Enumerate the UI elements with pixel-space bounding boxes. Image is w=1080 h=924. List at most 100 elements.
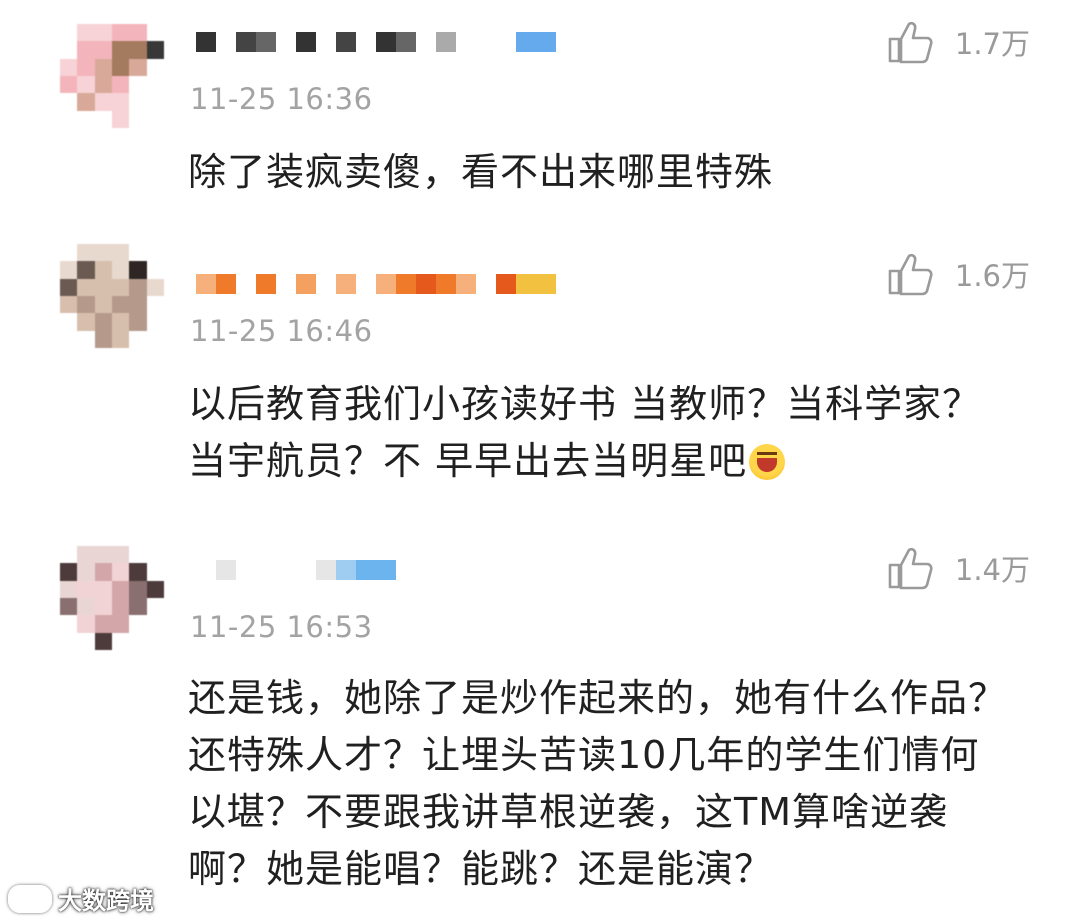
avatar-pixel bbox=[129, 563, 147, 581]
username-pixel bbox=[396, 560, 416, 580]
username-pixel bbox=[496, 274, 516, 294]
username-blurred[interactable] bbox=[196, 264, 556, 304]
avatar-pixel bbox=[112, 244, 130, 262]
avatar-pixel bbox=[60, 110, 78, 128]
avatar-pixel bbox=[60, 546, 78, 564]
avatar-pixel bbox=[77, 615, 95, 633]
avatar-pixel bbox=[146, 41, 164, 59]
avatar-pixel bbox=[146, 632, 164, 650]
avatar-pixel bbox=[146, 296, 164, 314]
username-blurred[interactable] bbox=[196, 22, 556, 62]
like-button[interactable]: 1.4万 bbox=[887, 546, 1030, 590]
username-pixel bbox=[336, 560, 356, 580]
avatar-pixel bbox=[94, 244, 112, 262]
avatar-pixel bbox=[77, 76, 95, 94]
avatar-pixel bbox=[77, 244, 95, 262]
username-pixel bbox=[396, 32, 416, 52]
avatar-pixel bbox=[94, 546, 112, 564]
avatar-pixel bbox=[129, 313, 147, 331]
avatar-pixel bbox=[94, 41, 112, 59]
username-pixel bbox=[476, 274, 496, 294]
avatar-pixel bbox=[129, 110, 147, 128]
avatar-pixel bbox=[60, 76, 78, 94]
username-pixel bbox=[276, 32, 296, 52]
avatar-pixel bbox=[60, 296, 78, 314]
avatar-pixel bbox=[112, 632, 130, 650]
avatar-pixel bbox=[94, 261, 112, 279]
avatar-pixel bbox=[129, 93, 147, 111]
avatar-pixel bbox=[60, 632, 78, 650]
avatar-pixel bbox=[94, 278, 112, 296]
avatar[interactable] bbox=[60, 24, 164, 128]
avatar-pixel bbox=[77, 546, 95, 564]
username-pixel bbox=[396, 274, 416, 294]
like-count: 1.7万 bbox=[954, 27, 1030, 61]
avatar-pixel bbox=[112, 563, 130, 581]
username-pixel bbox=[276, 274, 296, 294]
username-pixel bbox=[536, 560, 556, 580]
avatar-pixel bbox=[112, 110, 130, 128]
avatar-pixel bbox=[60, 580, 78, 598]
avatar-pixel bbox=[77, 278, 95, 296]
avatar-pixel bbox=[129, 615, 147, 633]
username-pixel bbox=[436, 560, 456, 580]
username-pixel bbox=[476, 32, 496, 52]
avatar-pixel bbox=[146, 313, 164, 331]
avatar-pixel bbox=[77, 58, 95, 76]
thumbs-up-icon bbox=[887, 546, 933, 590]
avatar-pixel bbox=[60, 598, 78, 616]
avatar-pixel bbox=[129, 58, 147, 76]
avatar-pixel bbox=[94, 76, 112, 94]
avatar-pixel bbox=[129, 632, 147, 650]
avatar-pixel bbox=[94, 296, 112, 314]
avatar-pixel bbox=[129, 580, 147, 598]
username-blurred[interactable] bbox=[196, 550, 556, 590]
username-pixel bbox=[516, 274, 536, 294]
username-pixel bbox=[476, 560, 496, 580]
like-button[interactable]: 1.7万 bbox=[887, 20, 1030, 64]
avatar-pixel bbox=[146, 24, 164, 42]
username-pixel bbox=[216, 32, 236, 52]
username-pixel bbox=[336, 32, 356, 52]
watermark-text: 大数跨境 bbox=[58, 887, 154, 915]
comment-text: 除了装疯卖傻，看不出来哪里特殊 bbox=[188, 150, 774, 194]
username-pixel bbox=[256, 274, 276, 294]
avatar-pixel bbox=[146, 58, 164, 76]
avatar-pixel bbox=[112, 546, 130, 564]
avatar-pixel bbox=[77, 580, 95, 598]
avatar-pixel bbox=[112, 278, 130, 296]
comment-time: 11-25 16:53 bbox=[190, 610, 373, 644]
comment-text: 还是钱，她除了是炒作起来的，她有什么作品？还特殊人才？让埋头苦读10几年的学生们… bbox=[188, 676, 1008, 891]
avatar-pixel bbox=[94, 632, 112, 650]
avatar-pixel bbox=[129, 278, 147, 296]
username-pixel bbox=[516, 32, 536, 52]
avatar-pixel bbox=[129, 24, 147, 42]
avatar-pixel bbox=[60, 24, 78, 42]
avatar[interactable] bbox=[60, 244, 164, 348]
like-count: 1.4万 bbox=[954, 553, 1030, 587]
avatar-pixel bbox=[94, 110, 112, 128]
avatar-pixel bbox=[129, 244, 147, 262]
username-pixel bbox=[196, 32, 216, 52]
avatar-pixel bbox=[112, 296, 130, 314]
avatar-pixel bbox=[94, 330, 112, 348]
like-button[interactable]: 1.6万 bbox=[887, 252, 1030, 296]
avatar[interactable] bbox=[60, 546, 164, 650]
username-pixel bbox=[496, 32, 516, 52]
avatar-pixel bbox=[129, 330, 147, 348]
avatar-pixel bbox=[60, 58, 78, 76]
avatar-pixel bbox=[129, 261, 147, 279]
username-pixel bbox=[196, 274, 216, 294]
avatar-pixel bbox=[77, 24, 95, 42]
username-pixel bbox=[436, 32, 456, 52]
avatar-pixel bbox=[77, 598, 95, 616]
comment-time: 11-25 16:46 bbox=[190, 314, 373, 348]
avatar-pixel bbox=[112, 58, 130, 76]
username-pixel bbox=[296, 274, 316, 294]
username-pixel bbox=[456, 32, 476, 52]
username-pixel bbox=[256, 32, 276, 52]
avatar-pixel bbox=[112, 598, 130, 616]
avatar-pixel bbox=[112, 313, 130, 331]
username-pixel bbox=[256, 560, 276, 580]
avatar-pixel bbox=[77, 41, 95, 59]
